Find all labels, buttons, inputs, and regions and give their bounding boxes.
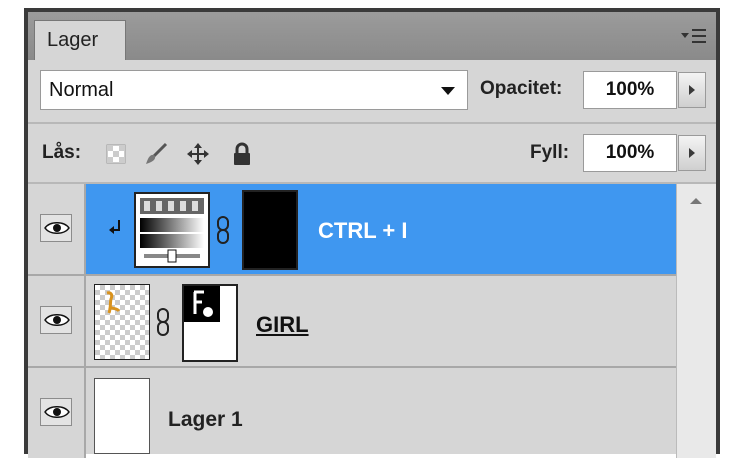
layer-mask-thumbnail[interactable] — [182, 284, 238, 362]
adjustment-thumbnail-icon[interactable] — [134, 192, 210, 268]
eye-icon[interactable] — [40, 398, 72, 426]
tab-layers[interactable]: Lager — [34, 20, 126, 60]
fill-label: Fyll: — [530, 142, 570, 163]
layer-row-girl[interactable]: GIRL — [28, 276, 676, 368]
opacity-slider-button[interactable] — [678, 72, 706, 108]
lock-image-pixels-icon[interactable] — [144, 142, 168, 166]
lock-row: Lås: Fyll: 100% — [28, 124, 716, 182]
layer-main: Lager 1 — [86, 368, 676, 458]
blend-mode-value: Normal — [49, 79, 114, 101]
clipping-arrow-icon — [108, 218, 122, 245]
panel-menu-icon[interactable] — [676, 24, 710, 48]
layer-row-lager-1[interactable]: Lager 1 — [28, 368, 676, 458]
layer-main: CTRL + I — [86, 184, 676, 274]
layer-thumbnail[interactable] — [94, 378, 150, 454]
chevron-down-icon — [441, 87, 455, 95]
fill-input[interactable]: 100% — [583, 134, 677, 172]
layer-main: GIRL — [86, 276, 676, 366]
lock-transparent-pixels-icon[interactable] — [104, 142, 128, 166]
panel-tab-bar: Lager — [28, 12, 716, 60]
scrollbar[interactable] — [676, 184, 716, 458]
lock-label: Lås: — [42, 142, 82, 163]
eye-icon[interactable] — [40, 214, 72, 242]
link-chain-icon[interactable] — [216, 216, 230, 244]
mask-shape — [184, 286, 220, 322]
visibility-cell — [28, 184, 86, 274]
opacity-label: Opacitet: — [480, 78, 563, 99]
layer-name[interactable]: CTRL + I — [318, 218, 407, 244]
visibility-cell — [28, 276, 86, 366]
scroll-up-arrow-icon[interactable] — [690, 198, 702, 204]
opacity-input[interactable]: 100% — [583, 71, 677, 109]
blend-row: Normal Opacitet: 100% — [28, 60, 716, 122]
layer-row-ctrl-i[interactable]: CTRL + I — [28, 184, 676, 276]
lock-all-icon[interactable] — [230, 142, 254, 166]
layer-name[interactable]: Lager 1 — [168, 408, 243, 432]
visibility-cell — [28, 368, 86, 458]
layer-thumbnail[interactable] — [94, 284, 150, 360]
blend-mode-select[interactable]: Normal — [40, 70, 468, 110]
eye-icon[interactable] — [40, 306, 72, 334]
lock-position-icon[interactable] — [186, 142, 210, 166]
fill-slider-button[interactable] — [678, 135, 706, 171]
layers-panel: Lager Normal Opacitet: 100% Lås: Fyll: 1… — [24, 8, 720, 458]
layer-mask-thumbnail[interactable] — [242, 190, 298, 270]
layer-name[interactable]: GIRL — [256, 312, 309, 338]
layer-list: CTRL + I GIRL Lager 1 — [28, 184, 716, 458]
link-chain-icon[interactable] — [156, 308, 170, 336]
